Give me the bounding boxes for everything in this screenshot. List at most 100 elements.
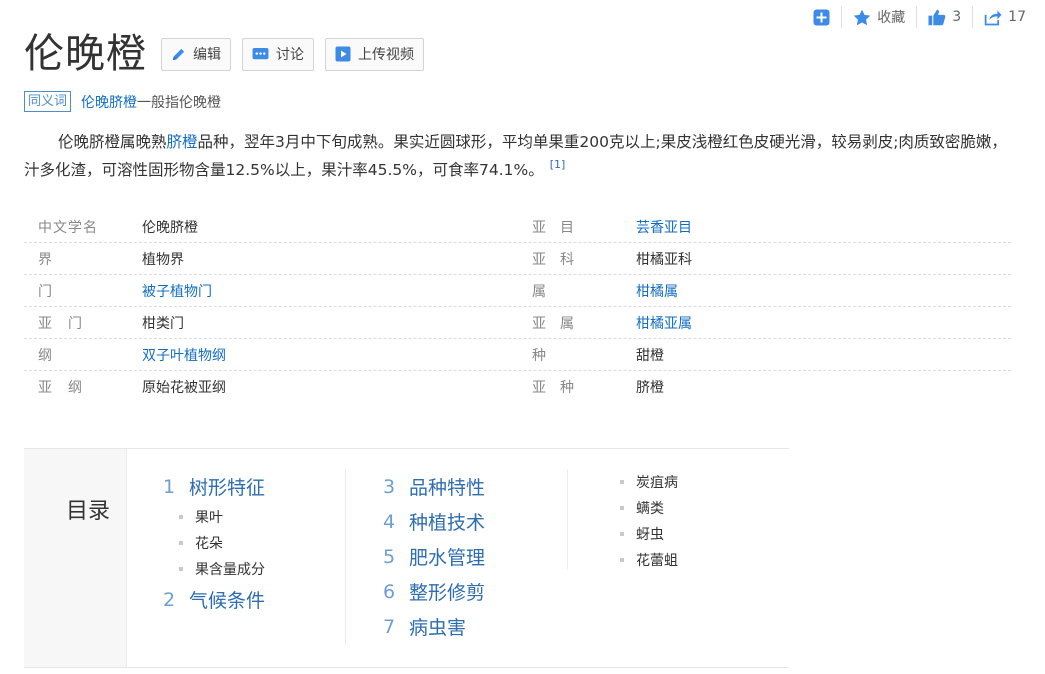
info-key: 亚 属 bbox=[532, 315, 574, 332]
share-count: 17 bbox=[1008, 9, 1026, 25]
bullet-icon bbox=[620, 506, 624, 510]
info-row: 门 被子植物门 属 柑橘属 bbox=[24, 275, 1011, 307]
info-value-link[interactable]: 双子叶植物纲 bbox=[142, 345, 518, 365]
toc-label: 肥水管理 bbox=[409, 547, 486, 569]
plus-square-icon bbox=[813, 9, 830, 25]
toc-item[interactable]: 7 病虫害 bbox=[383, 609, 567, 644]
toc-number: 2 bbox=[163, 588, 176, 611]
share-button[interactable]: 17 bbox=[973, 6, 1037, 28]
table-of-contents: 目录 1 树形特征 果叶 花朵 果含量成分 2 气候条件 3 品种特性 4 种植… bbox=[24, 448, 789, 668]
toc-label: 种植技术 bbox=[409, 512, 486, 534]
toc-number: 3 bbox=[383, 475, 396, 498]
share-icon bbox=[984, 9, 1002, 25]
title-row: 伦晚橙 编辑 讨论 上传视频 bbox=[24, 26, 435, 82]
info-value-link[interactable]: 被子植物门 bbox=[142, 281, 518, 301]
info-key: 门 bbox=[38, 283, 53, 300]
toc-item[interactable]: 4 种植技术 bbox=[383, 504, 567, 539]
info-value: 原始花被亚纲 bbox=[142, 380, 226, 396]
toc-title: 目录 bbox=[66, 499, 111, 524]
collect-label: 收藏 bbox=[877, 10, 906, 26]
bullet-icon bbox=[179, 567, 183, 571]
pencil-icon bbox=[171, 47, 186, 62]
info-key: 中文学名 bbox=[38, 219, 98, 236]
toc-subitem[interactable]: 蚜虫 bbox=[620, 521, 780, 547]
toc-subitem[interactable]: 果含量成分 bbox=[163, 556, 345, 582]
toc-sublabel: 果叶 bbox=[195, 510, 223, 526]
reference-marker[interactable]: [1] bbox=[550, 158, 566, 171]
add-button[interactable] bbox=[802, 6, 841, 28]
basic-info-table: 中文学名 伦晚脐橙 亚 目 芸香亚目 界 植物界 亚 科 柑橘亚科 门 被子植物… bbox=[24, 211, 1011, 403]
info-value: 植物界 bbox=[142, 251, 184, 268]
top-actions: 收藏 3 17 bbox=[802, 6, 1037, 28]
bullet-icon bbox=[620, 558, 624, 562]
like-count: 3 bbox=[952, 9, 962, 25]
info-value-link[interactable]: 柑橘亚属 bbox=[636, 313, 692, 333]
info-key: 属 bbox=[532, 283, 546, 300]
edit-label: 编辑 bbox=[193, 47, 221, 63]
discuss-button[interactable]: 讨论 bbox=[242, 37, 314, 71]
upload-video-button[interactable]: 上传视频 bbox=[325, 37, 424, 71]
star-icon bbox=[853, 9, 871, 25]
toc-number: 4 bbox=[383, 510, 396, 533]
info-key: 亚 纲 bbox=[38, 380, 83, 396]
bullet-icon bbox=[179, 515, 183, 519]
info-key: 亚 种 bbox=[532, 380, 574, 396]
toc-sublabel: 果含量成分 bbox=[195, 562, 265, 578]
toc-label: 树形特征 bbox=[189, 477, 266, 499]
synonym-link[interactable]: 伦晚脐橙 bbox=[81, 92, 137, 112]
synonym-line: 同义词 伦晚脐橙 一般指伦晚橙 bbox=[24, 91, 221, 112]
info-key: 纲 bbox=[38, 347, 53, 364]
info-key: 亚 门 bbox=[38, 315, 83, 332]
info-row: 中文学名 伦晚脐橙 亚 目 芸香亚目 bbox=[24, 211, 1011, 243]
info-key: 种 bbox=[532, 347, 546, 364]
thumbs-up-icon bbox=[928, 9, 946, 25]
info-row: 亚 纲 原始花被亚纲 亚 种 脐橙 bbox=[24, 371, 1011, 403]
bullet-icon bbox=[179, 541, 183, 545]
toc-subitem[interactable]: 炭疽病 bbox=[620, 469, 780, 495]
synonym-desc: 一般指伦晚橙 bbox=[137, 94, 222, 111]
bullet-icon bbox=[620, 532, 624, 536]
toc-label: 病虫害 bbox=[409, 617, 467, 639]
toc-item[interactable]: 1 树形特征 bbox=[163, 469, 345, 504]
info-value: 脐橙 bbox=[636, 380, 664, 396]
info-row: 纲 双子叶植物纲 种 甜橙 bbox=[24, 339, 1011, 371]
toc-item[interactable]: 6 整形修剪 bbox=[383, 574, 567, 609]
toc-column: 3 品种特性 4 种植技术 5 肥水管理 6 整形修剪 7 病虫害 bbox=[383, 469, 568, 639]
toc-column: 炭疽病 螨类 蚜虫 花蕾蛆 bbox=[620, 469, 780, 573]
discuss-label: 讨论 bbox=[276, 47, 304, 63]
toc-item[interactable]: 5 肥水管理 bbox=[383, 539, 567, 574]
toc-number: 7 bbox=[383, 615, 396, 638]
synonym-tag[interactable]: 同义词 bbox=[24, 91, 72, 112]
toc-label: 整形修剪 bbox=[409, 582, 486, 604]
page-title: 伦晚橙 bbox=[24, 31, 147, 77]
toc-sublabel: 花蕾蛆 bbox=[636, 553, 678, 569]
toc-sublabel: 螨类 bbox=[636, 501, 664, 517]
toc-subitem[interactable]: 花朵 bbox=[163, 530, 345, 556]
info-row: 亚 门 柑类门 亚 属 柑橘亚属 bbox=[24, 307, 1011, 339]
toc-item[interactable]: 3 品种特性 bbox=[383, 469, 567, 504]
collect-button[interactable]: 收藏 bbox=[842, 6, 916, 28]
summary-text-1: 伦晚脐橙属晚熟 bbox=[58, 133, 167, 151]
info-row: 界 植物界 亚 科 柑橘亚科 bbox=[24, 243, 1011, 275]
info-value: 柑类门 bbox=[142, 315, 184, 332]
toc-subitem[interactable]: 花蕾蛆 bbox=[620, 547, 780, 573]
info-value-link[interactable]: 芸香亚目 bbox=[636, 217, 692, 237]
info-key: 界 bbox=[38, 251, 53, 268]
info-value: 甜橙 bbox=[636, 347, 664, 364]
chat-icon bbox=[252, 47, 269, 62]
toc-item[interactable]: 2 气候条件 bbox=[163, 582, 345, 617]
toc-column: 1 树形特征 果叶 花朵 果含量成分 2 气候条件 bbox=[163, 469, 346, 645]
toc-label: 气候条件 bbox=[189, 590, 266, 612]
info-key: 亚 科 bbox=[532, 251, 574, 268]
summary-paragraph: 伦晚脐橙属晚熟脐橙品种，翌年3月中下旬成熟。果实近圆球形，平均单果重200克以上… bbox=[24, 128, 1014, 184]
info-value: 柑橘亚科 bbox=[636, 251, 692, 268]
summary-link-navel-orange[interactable]: 脐橙 bbox=[167, 133, 198, 151]
info-value-link[interactable]: 柑橘属 bbox=[636, 281, 678, 301]
toc-number: 5 bbox=[383, 545, 396, 568]
toc-sublabel: 蚜虫 bbox=[636, 527, 664, 543]
like-button[interactable]: 3 bbox=[917, 6, 972, 28]
toc-subitem[interactable]: 果叶 bbox=[163, 504, 345, 530]
toc-number: 6 bbox=[383, 580, 396, 603]
toc-subitem[interactable]: 螨类 bbox=[620, 495, 780, 521]
edit-button[interactable]: 编辑 bbox=[161, 37, 231, 71]
